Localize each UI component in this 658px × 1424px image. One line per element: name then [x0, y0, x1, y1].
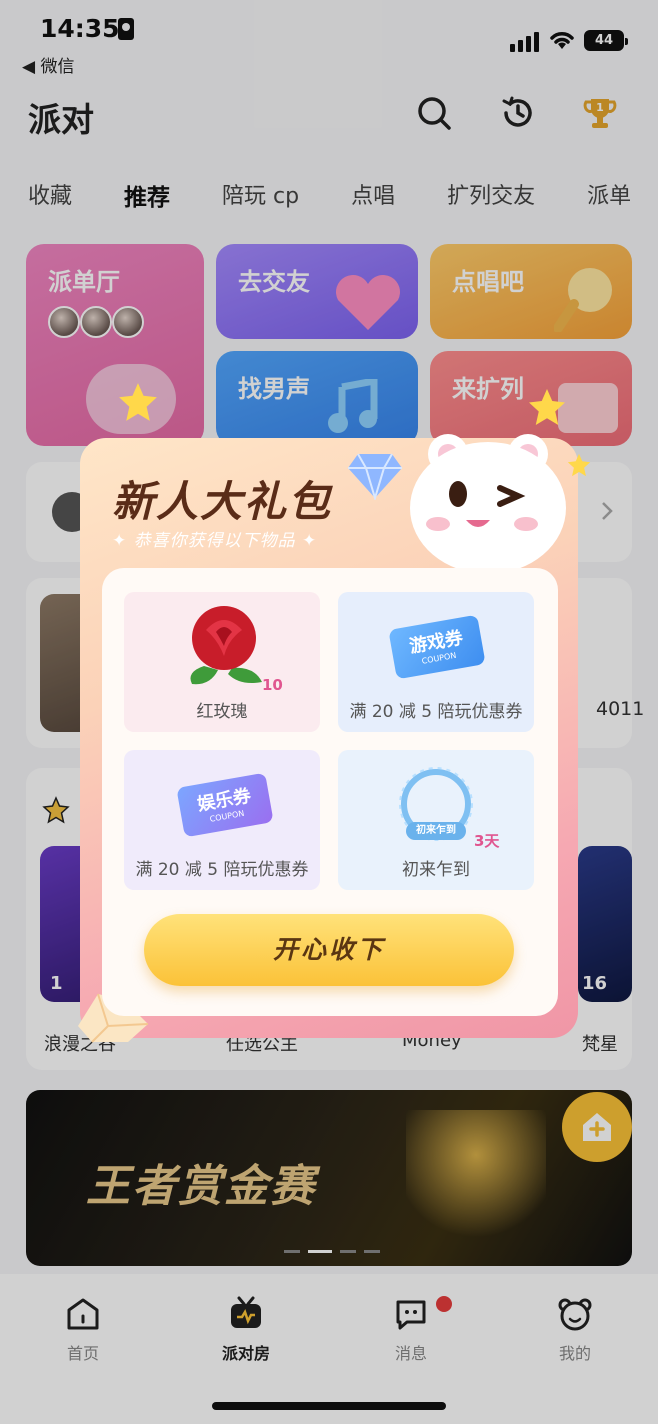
gift-item-fun-coupon: 娱乐券 COUPON 满 20 减 5 陪玩优惠券 — [124, 750, 320, 890]
gift-item-label: 红玫瑰 — [196, 702, 248, 722]
diamond-icon — [348, 453, 402, 500]
star-icon — [119, 383, 157, 421]
accept-gift-button[interactable]: 开心收下 — [144, 914, 514, 986]
star-icon — [567, 453, 591, 477]
rose-icon — [190, 606, 262, 685]
gift-item-avatar-frame: 初来乍到 3天 初来乍到 — [338, 750, 534, 890]
fun-coupon-ticket: 娱乐券 COUPON — [176, 772, 274, 838]
star-icon — [529, 389, 565, 425]
game-coupon-ticket: 游戏券 COUPON — [388, 614, 486, 680]
duration-badge: 3天 — [474, 832, 500, 850]
gift-item-label: 满 20 减 5 陪玩优惠券 — [135, 860, 309, 880]
bear-mascot-icon — [410, 434, 566, 574]
gift-item-label: 初来乍到 — [402, 860, 470, 880]
modal-title: 新人大礼包 — [112, 477, 333, 526]
quantity-badge: 10 — [262, 676, 283, 694]
gift-item-game-coupon: 游戏券 COUPON 满 20 减 5 陪玩优惠券 — [338, 592, 534, 732]
gift-item-label: 满 20 减 5 陪玩优惠券 — [349, 702, 523, 722]
frame-label-tag: 初来乍到 — [406, 822, 466, 840]
gift-item-rose: 10 红玫瑰 — [124, 592, 320, 732]
modal-subtitle: ✦ 恭喜你获得以下物品 ✦ — [112, 531, 318, 551]
